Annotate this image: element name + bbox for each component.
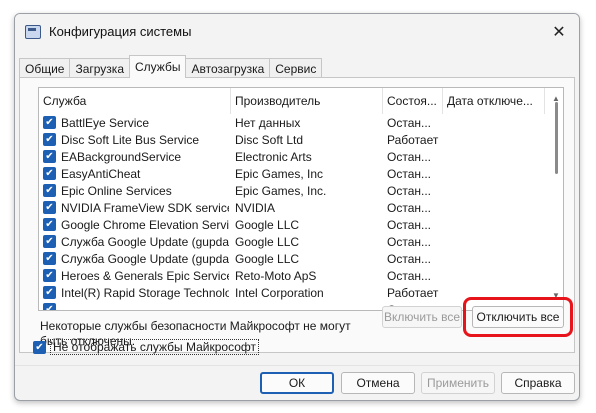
column-header-disable-date[interactable]: Дата отключе... [443, 88, 545, 114]
service-name [61, 302, 229, 310]
hide-microsoft-services-label[interactable]: Не отображать службы Майкрософт [50, 339, 260, 355]
service-checkbox[interactable]: ✔ [43, 201, 56, 214]
service-name: Disc Soft Lite Bus Service [61, 133, 200, 147]
table-row[interactable]: ✔ Служба Google Update (gupdatem) Google… [39, 251, 549, 268]
disable-all-button[interactable]: Отключить все [472, 306, 564, 328]
list-header: Служба Производитель Состоя... Дата откл… [39, 88, 549, 114]
service-manufacturer: Google LLC [235, 252, 300, 266]
window-title: Конфигурация системы [49, 24, 192, 39]
service-manufacturer [235, 302, 381, 310]
service-name: EABackgroundService [61, 150, 182, 164]
service-manufacturer: Intel Corporation [235, 286, 324, 300]
service-name: Heroes & Generals Epic Service [61, 269, 229, 283]
service-name: EasyAntiCheat [61, 167, 141, 181]
service-checkbox[interactable]: ✔ [43, 269, 56, 282]
enable-all-button[interactable]: Включить все [382, 306, 462, 328]
service-manufacturer: Disc Soft Ltd [235, 133, 304, 147]
footer-divider [15, 365, 579, 366]
tab-general[interactable]: Общие [19, 58, 71, 78]
table-row[interactable]: ✔ Epic Online Services Epic Games, Inc. … [39, 183, 549, 200]
tab-startup[interactable]: Автозагрузка [185, 58, 271, 78]
scrollbar-thumb[interactable] [555, 102, 558, 174]
table-row[interactable]: ✔ Intel(R) Rapid Storage Technology Inte… [39, 285, 549, 302]
table-row[interactable]: ✔ Google Chrome Elevation Servic... Goog… [39, 217, 549, 234]
service-status: Остан... [387, 252, 431, 266]
service-manufacturer: Google LLC [235, 218, 300, 232]
service-checkbox[interactable]: ✔ [43, 252, 56, 265]
service-name: Intel(R) Rapid Storage Technology [61, 286, 229, 300]
table-row[interactable]: ✔ EasyAntiCheat Epic Games, Inc Остан... [39, 166, 549, 183]
scroll-down-arrow-icon[interactable]: ▼ [552, 291, 560, 300]
system-config-window: Конфигурация системы ✕ Общие Загрузка Сл… [14, 13, 580, 401]
table-row[interactable]: ✔ Служба Google Update (gupdate) Google … [39, 234, 549, 251]
service-status: Работает [387, 286, 439, 300]
service-status: Остан... [387, 116, 431, 130]
table-row[interactable]: ✔ NVIDIA FrameView SDK service NVIDIA Ос… [39, 200, 549, 217]
tab-services[interactable]: Службы [129, 55, 187, 78]
table-row[interactable]: ✔ Disc Soft Lite Bus Service Disc Soft L… [39, 132, 549, 149]
services-list[interactable]: Служба Производитель Состоя... Дата откл… [38, 87, 564, 311]
service-manufacturer: NVIDIA [235, 201, 276, 215]
help-button[interactable]: Справка [501, 372, 575, 394]
service-checkbox[interactable]: ✔ [43, 167, 56, 180]
column-header-manufacturer[interactable]: Производитель [231, 88, 383, 114]
service-checkbox[interactable]: ✔ [43, 218, 56, 231]
service-manufacturer: Reto-Moto ApS [235, 269, 317, 283]
tab-tools[interactable]: Сервис [269, 58, 323, 78]
service-checkbox[interactable]: ✔ [43, 235, 56, 248]
service-checkbox[interactable]: ✔ [43, 133, 56, 146]
service-status: Остан... [387, 184, 431, 198]
hide-microsoft-services-checkbox[interactable]: ✔ Не отображать службы Майкрософт [33, 339, 260, 355]
service-name: Epic Online Services [61, 184, 172, 198]
service-name: Служба Google Update (gupdate) [61, 235, 229, 249]
table-row[interactable]: ✔ EABackgroundService Electronic Arts Ос… [39, 149, 549, 166]
service-status: Остан... [387, 201, 431, 215]
service-checkbox[interactable]: ✔ [43, 150, 56, 163]
msconfig-app-icon [25, 25, 41, 39]
service-name: Служба Google Update (gupdatem) [61, 252, 229, 266]
service-name: Google Chrome Elevation Servic... [61, 218, 229, 232]
service-manufacturer: Epic Games, Inc [235, 167, 324, 181]
service-status: Остан... [387, 167, 431, 181]
service-manufacturer: Epic Games, Inc. [235, 184, 327, 198]
service-checkbox[interactable]: ✔ [43, 303, 56, 310]
list-scrollbar[interactable]: ▲ ▼ [549, 88, 563, 310]
checkbox-checked-icon[interactable]: ✔ [33, 340, 46, 354]
close-icon[interactable]: ✕ [539, 14, 579, 50]
service-status: Работает [387, 133, 439, 147]
tab-boot[interactable]: Загрузка [69, 58, 130, 78]
service-manufacturer: Electronic Arts [235, 150, 312, 164]
service-manufacturer: Нет данных [235, 116, 301, 130]
service-status: Остан... [387, 218, 431, 232]
apply-button[interactable]: Применить [421, 372, 495, 394]
service-name: NVIDIA FrameView SDK service [61, 201, 229, 215]
service-name: BattlEye Service [61, 116, 150, 130]
service-status: Остан... [387, 150, 431, 164]
service-checkbox[interactable]: ✔ [43, 116, 56, 129]
service-checkbox[interactable]: ✔ [43, 184, 56, 197]
service-status: Остан... [387, 235, 431, 249]
service-checkbox[interactable]: ✔ [43, 286, 56, 299]
title-bar[interactable]: Конфигурация системы ✕ [15, 14, 579, 50]
ok-button[interactable]: ОК [260, 372, 334, 394]
tab-strip: Общие Загрузка Службы Автозагрузка Серви… [19, 55, 323, 78]
table-row[interactable]: ✔ BattlEye Service Нет данных Остан... [39, 115, 549, 132]
table-row[interactable]: ✔ Heroes & Generals Epic Service Reto-Mo… [39, 268, 549, 285]
column-header-status[interactable]: Состоя... [383, 88, 443, 114]
service-status: Остан... [387, 269, 431, 283]
cancel-button[interactable]: Отмена [341, 372, 415, 394]
service-manufacturer: Google LLC [235, 235, 300, 249]
column-header-service[interactable]: Служба [39, 88, 231, 114]
